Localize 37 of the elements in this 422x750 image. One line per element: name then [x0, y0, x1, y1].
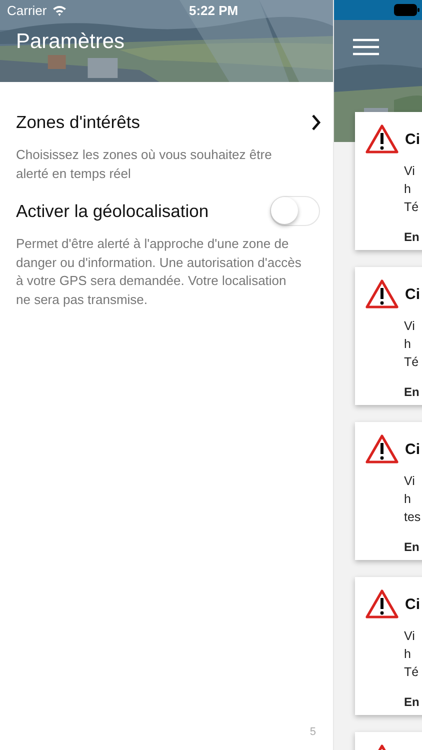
alert-title: Ci: [405, 440, 420, 458]
toggle-switch[interactable]: [270, 196, 320, 226]
page-number: 5: [310, 726, 316, 738]
battery-icon: [394, 4, 420, 16]
alert-footer: En: [404, 540, 420, 554]
chevron-right-icon[interactable]: [311, 114, 321, 130]
alert-title: Ci: [405, 596, 420, 612]
alert-text: Vi: [404, 163, 415, 180]
alert-card[interactable]: Ci Vi h Té En: [355, 112, 422, 250]
warning-icon: [365, 589, 399, 619]
alert-text: Té: [404, 664, 419, 681]
alert-card[interactable]: Ci Vi h tes En: [355, 422, 422, 560]
alert-text: tes: [404, 509, 421, 526]
alert-text: h: [404, 646, 411, 663]
alert-text: Té: [404, 199, 419, 216]
alert-footer: En: [404, 385, 420, 399]
warning-icon: [365, 434, 399, 464]
setting-link[interactable]: Zones d'intérêts: [16, 112, 140, 132]
alert-title: Ci: [405, 286, 420, 302]
warning-icon: [365, 124, 399, 154]
alert-text: Vi: [404, 473, 415, 490]
toggle-label: Activer la géolocalisation: [16, 200, 209, 222]
alert-card[interactable]: Ci Vi h Té En: [355, 577, 422, 715]
setting-description: Choisissez les zones où vous souhaitez être alerté en temps réel: [16, 146, 273, 183]
menu-icon[interactable]: [353, 38, 379, 56]
alert-text: h: [404, 491, 411, 508]
alert-card[interactable]: Ci Vi h Té En: [355, 267, 422, 405]
alert-text: Té: [404, 354, 419, 371]
alert-text: Vi: [404, 318, 415, 335]
warning-icon: [365, 279, 399, 309]
alert-text: h: [404, 336, 411, 353]
alert-title: Ci: [405, 130, 420, 148]
alert-footer: En: [404, 230, 420, 244]
alert-text: h: [404, 181, 411, 198]
alert-text: Vi: [404, 628, 415, 645]
alert-footer: En: [404, 695, 420, 709]
setting-description: Permet d'être alerté à l'approche d'une zone de danger ou d'information. Une autorisation d'accès à votre GPS sera demandée. Votre localisation ne sera pas transmise.: [16, 235, 302, 309]
